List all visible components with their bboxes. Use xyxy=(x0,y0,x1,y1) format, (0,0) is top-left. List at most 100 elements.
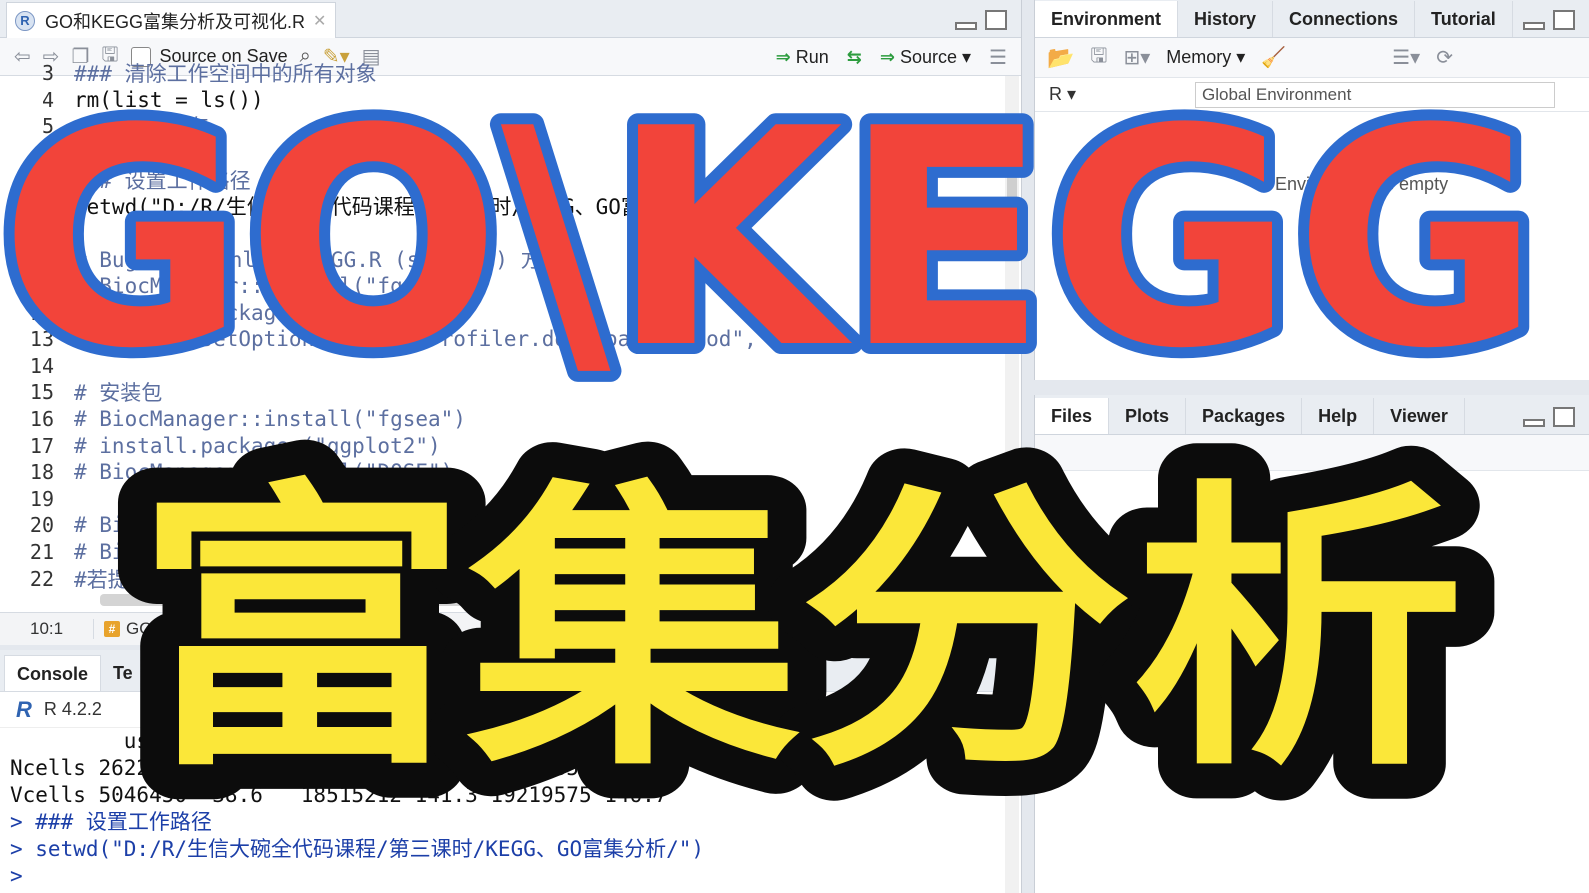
tab-files[interactable]: Files xyxy=(1035,398,1110,434)
editor-window-controls xyxy=(955,10,1007,30)
line-number: 14 xyxy=(29,353,54,378)
files-window-controls xyxy=(1523,407,1575,427)
console-line: > ### 设置工作路径 xyxy=(10,810,212,834)
source-editor-pane: R GO和KEGG富集分析及可视化.R ✕ ⇦ ⇨ ❐ 🖫 Source on … xyxy=(0,0,1022,645)
line-number: 9 xyxy=(41,220,54,245)
memory-button[interactable]: Memory ▾ xyxy=(1166,47,1245,68)
code-text: # BiocManager::install("clusterProfiler"… xyxy=(74,513,593,538)
file-tab-label: GO和KEGG富集分析及可视化.R xyxy=(45,11,306,32)
tab-help[interactable]: Help xyxy=(1302,398,1375,434)
code-line[interactable]: 20 # BiocManager::install("clusterProfile… xyxy=(0,512,1005,539)
code-line[interactable]: 12 # install.packages("R.utils") xyxy=(0,299,1005,326)
line-number: 7 xyxy=(41,167,54,192)
tab-console[interactable]: Console xyxy=(4,655,102,691)
line-number: 20 xyxy=(29,513,54,538)
scroll-thumb[interactable] xyxy=(1007,146,1017,256)
code-line[interactable]: 8 setwd("D:/R/生信大碗全代码课程/第三课时/KEGG、GO富集分析/… xyxy=(0,193,1005,220)
code-text: rm(list = ls()) xyxy=(74,87,264,112)
tab-plots[interactable]: Plots xyxy=(1109,398,1187,434)
maximize-icon[interactable] xyxy=(1553,407,1575,427)
code-line[interactable]: 4 rm(list = ls()) xyxy=(0,87,1005,114)
line-number: 3 xyxy=(41,61,54,86)
code-text: ### 设置工作路径 xyxy=(74,168,251,193)
environment-pane: Environment History Connections Tutorial 📂 … xyxy=(1034,0,1589,380)
code-line[interactable]: 16 # BiocManager::install("fgsea") xyxy=(0,406,1005,433)
console-line: Vcells 5046450 38.6 18515212 141.3 19219… xyxy=(10,783,668,807)
code-line[interactable]: 3 ### 清除工作空间中的所有对象 xyxy=(0,60,1005,87)
tab-history[interactable]: History xyxy=(1178,1,1274,37)
editor-horizontal-scrollbar[interactable] xyxy=(100,594,820,606)
console-scrollbar[interactable] xyxy=(1005,730,1019,893)
memory-label: Memory xyxy=(1166,47,1232,67)
code-line[interactable]: 15 # 安装包 xyxy=(0,379,1005,406)
code-line[interactable]: 18 # BiocManager::install("DOSE") xyxy=(0,459,1005,486)
code-text: # 安装包 xyxy=(74,381,163,406)
close-icon[interactable]: ✕ xyxy=(313,11,326,31)
line-number: 8 xyxy=(41,194,54,219)
section-label: GO xyxy=(126,619,153,638)
tab-packages[interactable]: Packages xyxy=(1186,398,1303,434)
tab-terminal[interactable]: Te xyxy=(101,655,145,691)
list-view-icon[interactable]: ☰▾ xyxy=(1392,45,1420,70)
save-workspace-icon[interactable]: 🖫 xyxy=(1090,41,1107,75)
line-number: 5 xyxy=(41,114,54,139)
tab-connections[interactable]: Connections xyxy=(1273,1,1416,37)
open-folder-icon[interactable]: 📂 xyxy=(1047,45,1074,71)
console-header: R R 4.2.2 xyxy=(0,692,1021,728)
tab-tutorial[interactable]: Tutorial xyxy=(1415,1,1513,37)
line-number: 15 xyxy=(29,380,54,405)
environment-scope-selector[interactable]: Global Environment xyxy=(1195,82,1555,108)
code-text: # BiocManager::install("fgsea") xyxy=(74,407,466,432)
editor-vertical-scrollbar[interactable] xyxy=(1005,76,1019,612)
line-number: 17 xyxy=(29,433,54,458)
code-line[interactable]: 22 #若提示没有某个包则安装 xyxy=(0,565,1005,592)
broom-icon[interactable]: 🧹 xyxy=(1261,45,1286,70)
code-text: # BiocManager::install("DOSE") xyxy=(74,460,454,485)
code-line[interactable]: 9 xyxy=(0,220,1005,247)
console-pane: Console Te R R 4.2.2 used (Mb) gc trigge… xyxy=(0,650,1022,893)
code-line[interactable]: 14 xyxy=(0,353,1005,380)
import-dataset-icon[interactable]: ⊞▾ xyxy=(1123,45,1150,70)
code-line[interactable]: 6 gc() xyxy=(0,140,1005,167)
code-line[interactable]: 19 xyxy=(0,486,1005,513)
code-line[interactable]: 21 # BiocManager::install("org.Hs.eg.db") xyxy=(0,539,1005,566)
code-text: ### 清除工作空间中的所有对象 xyxy=(74,62,377,87)
code-line[interactable]: 10 # Bug修复 download_KEGG.R (species) 方法 xyxy=(0,246,1005,273)
environment-tabbar: Environment History Connections Tutorial xyxy=(1035,0,1589,38)
code-line[interactable]: 11 # BiocManager::install("fgsea") xyxy=(0,273,1005,300)
editor-tabbar: R GO和KEGG富集分析及可视化.R ✕ xyxy=(0,0,1021,38)
code-line[interactable]: 17 # install.packages("ggplot2") xyxy=(0,432,1005,459)
line-number: 13 xyxy=(29,327,54,352)
line-number: 16 xyxy=(29,407,54,432)
code-text: setwd("D:/R/生信大碗全代码课程/第三课时/KEGG、GO富集分析/"… xyxy=(74,195,743,220)
line-number: 22 xyxy=(29,566,54,591)
code-text: # install.packages("ggplot2") xyxy=(74,433,441,458)
r-file-icon: R xyxy=(15,10,35,31)
code-line[interactable]: 5 ### 清理内存 xyxy=(0,113,1005,140)
code-text: ### 清理内存 xyxy=(74,115,209,140)
files-pane: Files Plots Packages Help Viewer xyxy=(1034,395,1589,893)
section-navigator[interactable]: # GO xyxy=(94,619,152,639)
code-line[interactable]: 7 ### 设置工作路径 xyxy=(0,166,1005,193)
files-toolbar xyxy=(1035,435,1589,471)
code-text: gc() xyxy=(74,141,125,166)
code-area[interactable]: 3 ### 清除工作空间中的所有对象 4 rm(list = ls()) 5 ### 清理… xyxy=(0,60,1005,596)
tab-viewer[interactable]: Viewer xyxy=(1374,398,1465,434)
environment-toolbar: 📂 🖫 ⊞▾ Memory ▾ 🧹 ☰▾ ⟳ xyxy=(1035,38,1589,78)
minimize-icon[interactable] xyxy=(1523,22,1545,30)
environment-empty-text: Environment is empty xyxy=(1275,174,1449,194)
minimize-icon[interactable] xyxy=(1523,419,1545,427)
tab-environment[interactable]: Environment xyxy=(1035,1,1179,37)
section-icon: # xyxy=(104,621,120,637)
r-language-selector[interactable]: R ▾ xyxy=(1049,84,1076,105)
refresh-icon[interactable]: ⟳ xyxy=(1436,45,1453,70)
console-output[interactable]: used (Mb) gc trigger (Mb) max used (Mb) N… xyxy=(0,728,1021,890)
maximize-icon[interactable] xyxy=(1553,10,1575,30)
code-text: # Bug修复 download_KEGG.R (species) 方法 xyxy=(74,248,563,273)
maximize-icon[interactable] xyxy=(985,10,1007,30)
cursor-position: 10:1 xyxy=(0,619,94,639)
minimize-icon[interactable] xyxy=(955,22,977,30)
file-tab[interactable]: R GO和KEGG富集分析及可视化.R ✕ xyxy=(6,2,336,38)
line-number: 21 xyxy=(29,539,54,564)
code-line[interactable]: 13 #R.utils::setOption("clusterProfiler.d… xyxy=(0,326,1005,353)
